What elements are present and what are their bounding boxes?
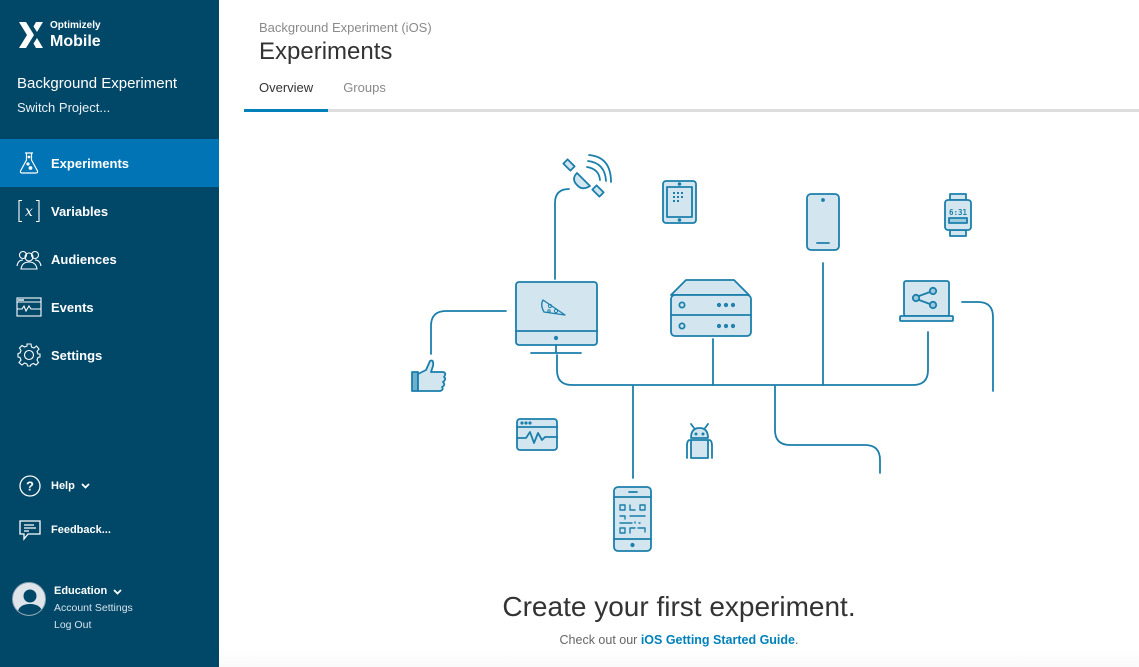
sidebar: Optimizely Mobile Background Experiment … [0,0,219,667]
speech-bubble-icon [19,520,41,541]
gear-icon [16,342,42,368]
sidebar-item-label: Settings [51,347,103,363]
feedback-label: Feedback... [51,524,111,536]
account-menu[interactable]: Education [54,583,133,600]
ios-getting-started-guide-link[interactable]: iOS Getting Started Guide [641,633,795,647]
breadcrumb[interactable]: Background Experiment (iOS) [259,20,432,35]
product-name: Mobile [50,32,101,50]
subtitle-prefix: Check out our [559,633,641,647]
sidebar-item-audiences[interactable]: Audiences [0,235,219,283]
bottom-fade [219,648,1139,667]
brand-name: Optimizely [50,19,101,31]
desktop-monitor-icon [515,281,598,354]
sidebar-item-label: Events [51,299,94,315]
thumbs-up-icon [411,359,447,392]
help-label: Help [51,480,75,492]
feedback-link[interactable]: Feedback... [18,518,111,542]
android-robot-icon [686,423,713,459]
phone-qr-code-icon [613,486,652,552]
sidebar-item-experiments[interactable]: Experiments [0,139,219,187]
variable-x-icon: x [16,198,42,224]
avatar[interactable] [12,582,46,616]
devices-network-illustration: 6:31 [411,154,994,552]
optimizely-x-icon [19,22,43,48]
tab-overview[interactable]: Overview [244,70,329,112]
tab-bar: Overview Groups [244,70,401,112]
log-out-link[interactable]: Log Out [54,617,133,634]
pulse-window-icon [16,294,42,320]
server-icon [670,279,752,337]
page-title: Experiments [259,38,393,65]
chevron-down-icon [113,588,122,595]
chevron-down-icon [81,483,90,489]
empty-state-title: Create your first experiment. [502,591,856,622]
sidebar-item-label: Experiments [51,155,130,171]
account-settings-link[interactable]: Account Settings [54,600,133,617]
smartwatch-icon: 6:31 [944,193,972,237]
help-circle-icon: ? [19,475,41,497]
sidebar-item-settings[interactable]: Settings [0,331,219,379]
svg-text:x: x [25,204,33,220]
tab-groups[interactable]: Groups [328,70,401,112]
main-content: Background Experiment (iOS) Experiments … [219,0,1139,667]
sidebar-item-events[interactable]: Events [0,283,219,331]
people-icon [16,246,42,272]
help-menu[interactable]: ? Help [18,474,90,498]
sidebar-item-variables[interactable]: x Variables [0,187,219,235]
optimizely-logo[interactable]: Optimizely Mobile [17,19,101,51]
flask-icon [16,150,42,176]
subtitle-suffix: . [795,633,799,647]
account-section: Education Account Settings Log Out [12,582,133,634]
watch-time: 6:31 [949,208,968,217]
analytics-window-icon [516,418,558,451]
switch-project-link[interactable]: Switch Project... [17,100,110,115]
svg-text:?: ? [26,479,34,494]
smartphone-icon [806,193,840,251]
satellite-icon [562,154,612,198]
sidebar-item-label: Audiences [51,251,117,267]
sidebar-item-label: Variables [51,203,109,219]
empty-state-subtitle: Check out our iOS Getting Started Guide. [219,633,1139,647]
tablet-icon [662,180,697,224]
project-name: Background Experiment [17,75,178,92]
laptop-share-icon [899,280,954,322]
sidebar-nav: Experiments x Variables Audiences Events… [0,139,219,379]
account-name: Education [54,585,108,597]
